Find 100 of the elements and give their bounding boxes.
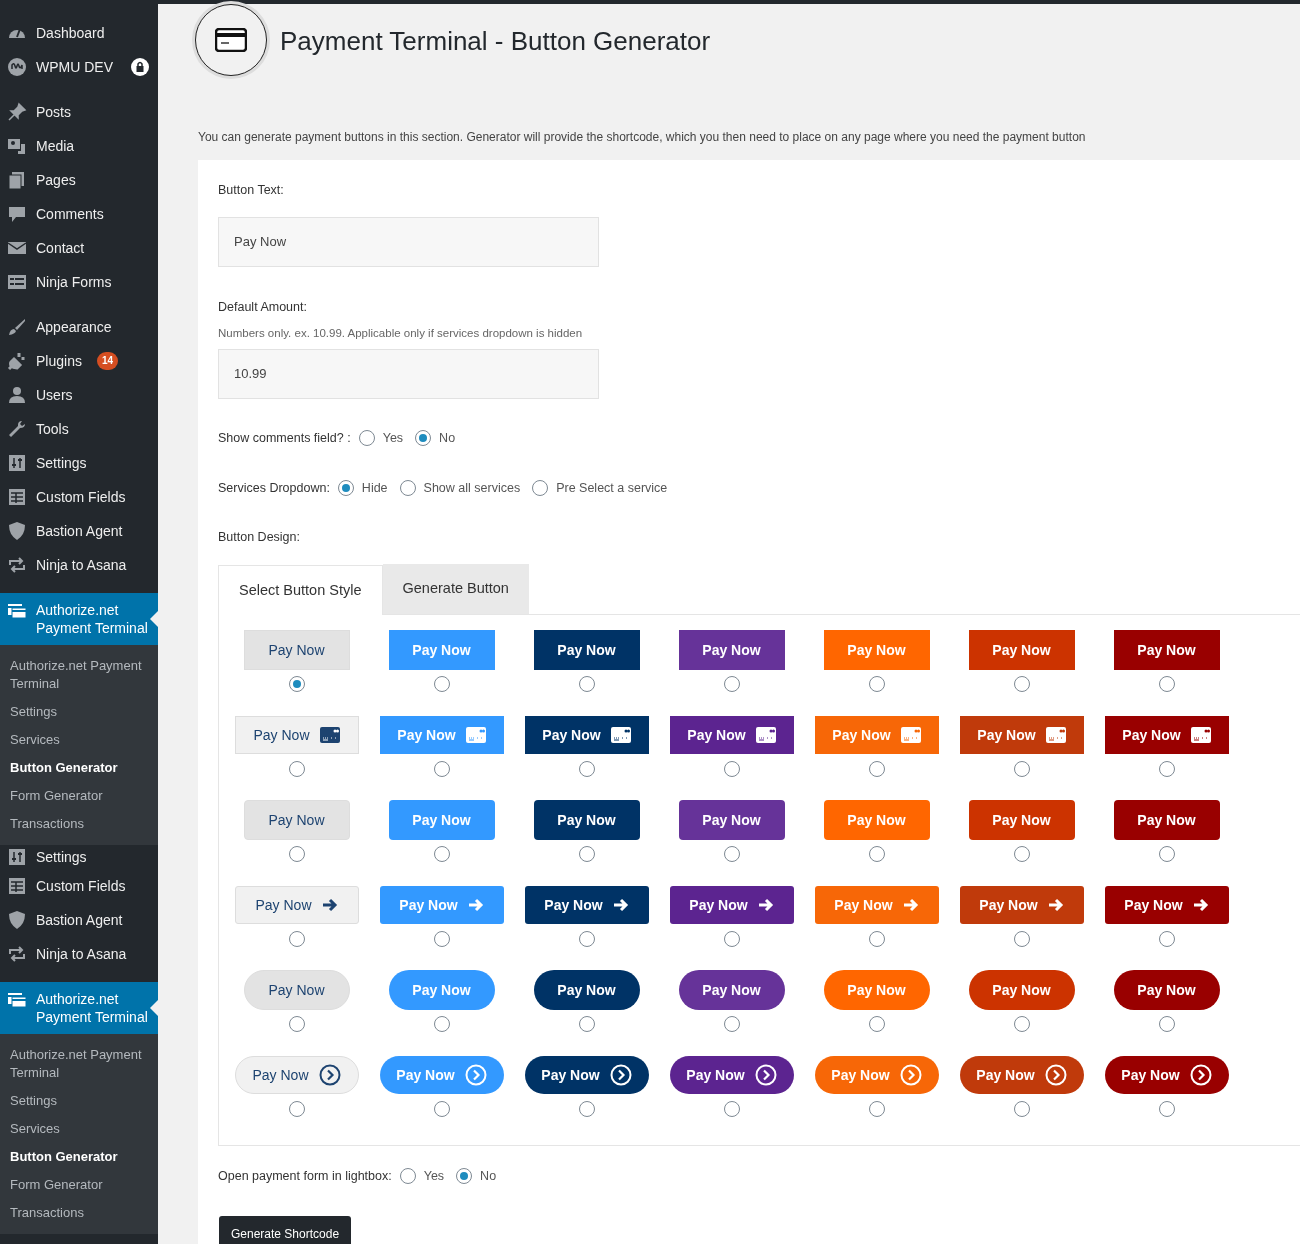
pay-now-button[interactable]: Pay Now <box>243 800 350 840</box>
radio-button[interactable] <box>288 931 305 947</box>
radio-button[interactable] <box>1158 1016 1175 1032</box>
radio-button[interactable] <box>532 479 549 496</box>
radio-button[interactable] <box>723 1101 740 1117</box>
radio-button[interactable] <box>433 1101 450 1117</box>
sidebar-menu-item[interactable]: Settings <box>0 845 158 869</box>
radio-button[interactable] <box>578 1101 595 1117</box>
pay-now-button[interactable]: Pay Now <box>1113 630 1220 670</box>
pay-now-button[interactable]: Pay Now <box>678 800 785 840</box>
sidebar-menu-item[interactable]: Posts <box>0 95 158 129</box>
radio-button[interactable] <box>723 931 740 947</box>
sidebar-menu-item[interactable]: Authorize.net Payment Terminal <box>0 982 158 1034</box>
radio-button[interactable] <box>578 846 595 862</box>
pay-now-button[interactable]: Pay Now <box>533 970 640 1010</box>
sidebar-menu-item[interactable]: Contact <box>0 231 158 265</box>
submenu-item[interactable]: Settings <box>0 1087 158 1115</box>
pay-now-button[interactable]: Pay Now <box>234 716 359 754</box>
pay-now-button[interactable]: Pay Now <box>669 1056 794 1094</box>
tab[interactable]: Generate Button <box>382 564 529 614</box>
sidebar-menu-item[interactable]: Ninja to Asana <box>0 548 158 582</box>
radio-button[interactable] <box>1013 1101 1030 1117</box>
submenu-item[interactable]: Services <box>0 726 158 754</box>
submenu-item[interactable]: Transactions <box>0 1199 158 1227</box>
pay-now-button[interactable]: Pay Now <box>968 800 1075 840</box>
radio-button[interactable] <box>868 1101 885 1117</box>
sidebar-menu-item[interactable]: WPMU DEV <box>0 50 158 84</box>
radio-button[interactable] <box>723 846 740 862</box>
pay-now-button[interactable]: Pay Now <box>669 716 794 754</box>
submenu-item[interactable]: Authorize.net Payment Terminal <box>0 652 158 698</box>
radio-button[interactable] <box>578 931 595 947</box>
radio-button[interactable] <box>288 761 305 777</box>
pay-now-button[interactable]: Pay Now <box>968 970 1075 1010</box>
pay-now-button[interactable]: Pay Now <box>234 886 359 924</box>
pay-now-button[interactable]: Pay Now <box>678 970 785 1010</box>
sidebar-menu-item[interactable]: Dashboard <box>0 16 158 50</box>
radio-button[interactable] <box>723 1016 740 1032</box>
pay-now-button[interactable]: Pay Now <box>1113 970 1220 1010</box>
submenu-item[interactable]: Authorize.net Payment Terminal <box>0 1041 158 1087</box>
generate-shortcode-button[interactable]: Generate Shortcode <box>219 1215 352 1244</box>
radio-button[interactable] <box>433 931 450 947</box>
pay-now-button[interactable]: Pay Now <box>678 630 785 670</box>
submenu-item[interactable]: Button Generator <box>0 1143 158 1171</box>
radio-button[interactable] <box>1158 846 1175 862</box>
pay-now-button[interactable]: Pay Now <box>1104 1056 1229 1094</box>
radio-button[interactable] <box>433 761 450 777</box>
sidebar-menu-item[interactable]: Pages <box>0 163 158 197</box>
submenu-item[interactable]: Settings <box>0 698 158 726</box>
submenu-item[interactable]: Services <box>0 1115 158 1143</box>
radio-button[interactable] <box>1013 1016 1030 1032</box>
pay-now-button[interactable]: Pay Now <box>1104 886 1229 924</box>
pay-now-button[interactable]: Pay Now <box>533 630 640 670</box>
pay-now-button[interactable]: Pay Now <box>959 1056 1084 1094</box>
sidebar-menu-item[interactable]: Custom Fields <box>0 480 158 514</box>
pay-now-button[interactable]: Pay Now <box>959 716 1084 754</box>
tab[interactable]: Select Button Style <box>218 565 383 615</box>
radio-button[interactable] <box>723 676 740 692</box>
text-input-field[interactable]: Pay Now <box>218 216 599 267</box>
radio-button[interactable] <box>723 761 740 777</box>
radio-button[interactable] <box>868 1016 885 1032</box>
radio-button[interactable] <box>1158 1101 1175 1117</box>
pay-now-button[interactable]: Pay Now <box>533 800 640 840</box>
sidebar-menu-item[interactable]: Ninja Forms <box>0 265 158 299</box>
sidebar-menu-item[interactable]: Authorize.net Payment Terminal <box>0 593 158 645</box>
radio-button[interactable] <box>433 1016 450 1032</box>
radio-button[interactable] <box>868 931 885 947</box>
sidebar-menu-item[interactable]: Tools <box>0 412 158 446</box>
radio-button[interactable] <box>358 430 375 447</box>
pay-now-button[interactable]: Pay Now <box>524 1056 649 1094</box>
radio-button[interactable] <box>1158 931 1175 947</box>
submenu-item[interactable]: Button Generator <box>0 754 158 782</box>
sidebar-menu-item[interactable]: Comments <box>0 197 158 231</box>
pay-now-button[interactable]: Pay Now <box>524 716 649 754</box>
radio-button[interactable] <box>288 846 305 862</box>
pay-now-button[interactable]: Pay Now <box>234 1056 359 1094</box>
radio-button[interactable] <box>288 676 305 692</box>
sidebar-menu-item[interactable]: Plugins 14 <box>0 344 158 378</box>
radio-button[interactable] <box>1158 676 1175 692</box>
radio-button[interactable] <box>868 846 885 862</box>
radio-button[interactable] <box>433 846 450 862</box>
pay-now-button[interactable]: Pay Now <box>524 886 649 924</box>
pay-now-button[interactable]: Pay Now <box>1113 800 1220 840</box>
radio-button[interactable] <box>456 1168 473 1185</box>
sidebar-menu-item[interactable]: Custom Fields <box>0 869 158 903</box>
radio-button[interactable] <box>288 1016 305 1032</box>
radio-button[interactable] <box>288 1101 305 1117</box>
radio-button[interactable] <box>433 676 450 692</box>
radio-button[interactable] <box>1158 761 1175 777</box>
radio-button[interactable] <box>578 1016 595 1032</box>
sidebar-menu-item[interactable]: Appearance <box>0 310 158 344</box>
radio-button[interactable] <box>578 761 595 777</box>
pay-now-button[interactable]: Pay Now <box>243 970 350 1010</box>
pay-now-button[interactable]: Pay Now <box>1104 716 1229 754</box>
radio-button[interactable] <box>337 479 354 496</box>
pay-now-button[interactable]: Pay Now <box>959 886 1084 924</box>
radio-button[interactable] <box>1013 846 1030 862</box>
text-input-field[interactable]: 10.99 <box>218 348 599 399</box>
sidebar-menu-item[interactable]: Bastion Agent <box>0 903 158 937</box>
sidebar-menu-item[interactable]: Bastion Agent <box>0 514 158 548</box>
radio-button[interactable] <box>1013 676 1030 692</box>
